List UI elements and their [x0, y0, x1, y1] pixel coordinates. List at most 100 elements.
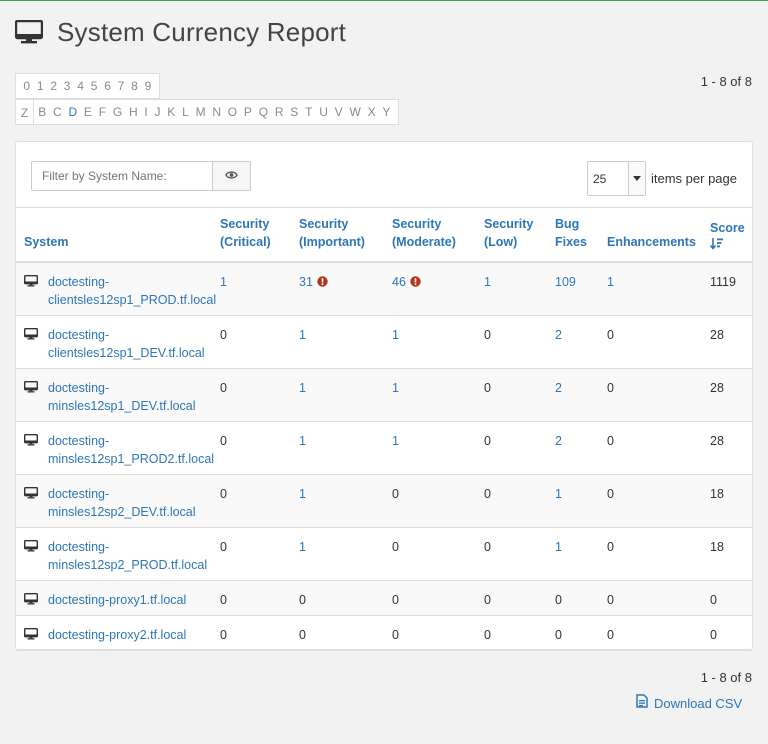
system-name-link[interactable]: doctesting-minsles12sp1_PROD2.tf.local [48, 432, 214, 468]
alphabet-letter-t[interactable]: T [302, 100, 316, 124]
cell-security-important-value[interactable]: 1 [299, 487, 306, 501]
system-name-link[interactable]: doctesting-minsles12sp2_PROD.tf.local [48, 538, 207, 574]
pagination-range-top: 1 - 8 of 8 [700, 74, 752, 89]
alphabet-letter-s[interactable]: S [287, 100, 302, 124]
alphabet-letter-m[interactable]: M [192, 100, 209, 124]
table-row: doctesting-proxy1.tf.local 0 0 0 0 0 0 0 [16, 580, 752, 616]
cell-security-critical-value[interactable]: 1 [220, 275, 227, 289]
cell-security-critical: 0 [212, 421, 291, 475]
alphabet-letter-h[interactable]: H [126, 100, 141, 124]
system-name-link[interactable]: doctesting-proxy2.tf.local [48, 626, 186, 644]
cell-security-moderate-value[interactable]: 1 [392, 434, 399, 448]
header-security-moderate[interactable]: Security (Moderate) [384, 208, 476, 263]
cell-security-critical: 0 [212, 315, 291, 369]
alphabet-letter-r[interactable]: R [271, 100, 286, 124]
alphabet-letter-e[interactable]: E [81, 100, 96, 124]
alphabet-letter-d[interactable]: D [65, 100, 80, 124]
header-bug-fixes[interactable]: Bug Fixes [547, 208, 599, 263]
system-name-link[interactable]: doctesting-proxy1.tf.local [48, 591, 186, 609]
cell-security-moderate-value[interactable]: 46 [392, 275, 406, 289]
alphabet-letter-y[interactable]: Y [379, 100, 394, 124]
alphabet-digit-5[interactable]: 5 [87, 74, 100, 98]
system-name-link[interactable]: doctesting-clientsles12sp1_DEV.tf.local [48, 326, 205, 362]
cell-enhancements: 0 [599, 421, 702, 475]
cell-enhancements-value[interactable]: 1 [607, 275, 614, 289]
alphabet-letter-o[interactable]: O [224, 100, 240, 124]
cell-security-low-value[interactable]: 1 [484, 275, 491, 289]
alphabet-letter-b[interactable]: B [35, 100, 50, 124]
cell-bug-fixes-value[interactable]: 2 [555, 381, 562, 395]
cell-security-low-value: 0 [484, 486, 491, 501]
header-enhancements[interactable]: Enhancements [599, 208, 702, 263]
cell-system: doctesting-minsles12sp1_DEV.tf.local [16, 368, 212, 422]
cell-security-critical: 0 [212, 580, 291, 616]
alphabet-digit-6[interactable]: 6 [101, 74, 114, 98]
cell-security-moderate-value[interactable]: 1 [392, 381, 399, 395]
monitor-icon [24, 591, 48, 609]
alphabet-letter-g[interactable]: G [109, 100, 125, 124]
alphabet-digit-3[interactable]: 3 [60, 74, 73, 98]
alphabet-letter-j[interactable]: J [151, 100, 164, 124]
page-title: System Currency Report [57, 16, 347, 47]
alphabet-letter-n[interactable]: N [209, 100, 224, 124]
warning-icon [317, 274, 328, 292]
alphabet-letter-k[interactable]: K [164, 100, 179, 124]
warning-icon [410, 274, 421, 292]
cell-security-important-value[interactable]: 1 [299, 540, 306, 554]
system-name-link[interactable]: doctesting-minsles12sp1_DEV.tf.local [48, 379, 196, 415]
alphabet-letter-w[interactable]: W [346, 100, 364, 124]
cell-enhancements: 0 [599, 580, 702, 616]
alphabet-letter-i[interactable]: I [141, 100, 151, 124]
system-name-link[interactable]: doctesting-minsles12sp2_DEV.tf.local [48, 485, 196, 521]
header-security-important[interactable]: Security (Important) [291, 208, 384, 263]
items-per-page-select[interactable]: 25 [587, 161, 646, 196]
cell-enhancements: 0 [599, 315, 702, 369]
cell-bug-fixes-value[interactable]: 1 [555, 540, 562, 554]
alphabet-letter-l[interactable]: L [179, 100, 192, 124]
apply-filter-button[interactable] [212, 161, 251, 191]
cell-security-important-value[interactable]: 1 [299, 381, 306, 395]
header-system[interactable]: System [16, 208, 212, 263]
alphabet-letter-v[interactable]: V [331, 100, 346, 124]
alphabet-letter-p[interactable]: P [241, 100, 256, 124]
cell-score-value: 18 [710, 539, 724, 554]
header-security-low[interactable]: Security (Low) [476, 208, 547, 263]
alphabet-digit-4[interactable]: 4 [74, 74, 87, 98]
alphabet-digit-9[interactable]: 9 [141, 74, 154, 98]
cell-security-important-value[interactable]: 1 [299, 328, 306, 342]
cell-security-moderate: 0 [384, 580, 476, 616]
cell-security-important-value[interactable]: 31 [299, 275, 313, 289]
alphabet-letter-q[interactable]: Q [255, 100, 271, 124]
alphabet-letter-f[interactable]: F [95, 100, 109, 124]
alphabet-digit-2[interactable]: 2 [47, 74, 60, 98]
alphabet-digit-1[interactable]: 1 [33, 74, 46, 98]
header-security-critical[interactable]: Security (Critical) [212, 208, 291, 263]
cell-bug-fixes-value[interactable]: 2 [555, 434, 562, 448]
cell-security-moderate: 46 [384, 262, 476, 316]
download-csv-link[interactable]: Download CSV [636, 694, 742, 713]
monitor-icon [24, 379, 48, 415]
cell-enhancements-value: 0 [607, 433, 614, 448]
cell-enhancements-value: 0 [607, 627, 614, 642]
system-name-link[interactable]: doctesting-clientsles12sp1_PROD.tf.local [48, 273, 216, 309]
alphabet-digit-0[interactable]: 0 [20, 74, 33, 98]
cell-score: 0 [702, 580, 752, 616]
table-row: doctesting-minsles12sp1_DEV.tf.local 0 1 1 0… [16, 368, 752, 422]
table-row: doctesting-minsles12sp2_DEV.tf.local 0 1 0 0… [16, 474, 752, 528]
table-row: doctesting-proxy2.tf.local 0 0 0 0 0 0 0 [16, 615, 752, 651]
system-name-filter-input[interactable] [31, 161, 213, 191]
alphabet-digit-8[interactable]: 8 [128, 74, 141, 98]
alphabet-letter-u[interactable]: U [316, 100, 331, 124]
alphabet-digit-7[interactable]: 7 [114, 74, 127, 98]
cell-bug-fixes-value[interactable]: 109 [555, 275, 576, 289]
alphabet-letter-x[interactable]: X [364, 100, 379, 124]
cell-security-important-value[interactable]: 1 [299, 434, 306, 448]
alphabet-letter-c[interactable]: C [50, 100, 65, 124]
header-score[interactable]: Score [702, 208, 752, 263]
cell-security-critical-value: 0 [220, 380, 227, 395]
cell-security-moderate-value[interactable]: 1 [392, 328, 399, 342]
cell-bug-fixes-value[interactable]: 2 [555, 328, 562, 342]
cell-security-important-value: 0 [299, 592, 306, 607]
alphabet-letter-z[interactable]: Z [15, 99, 34, 125]
cell-bug-fixes-value[interactable]: 1 [555, 487, 562, 501]
